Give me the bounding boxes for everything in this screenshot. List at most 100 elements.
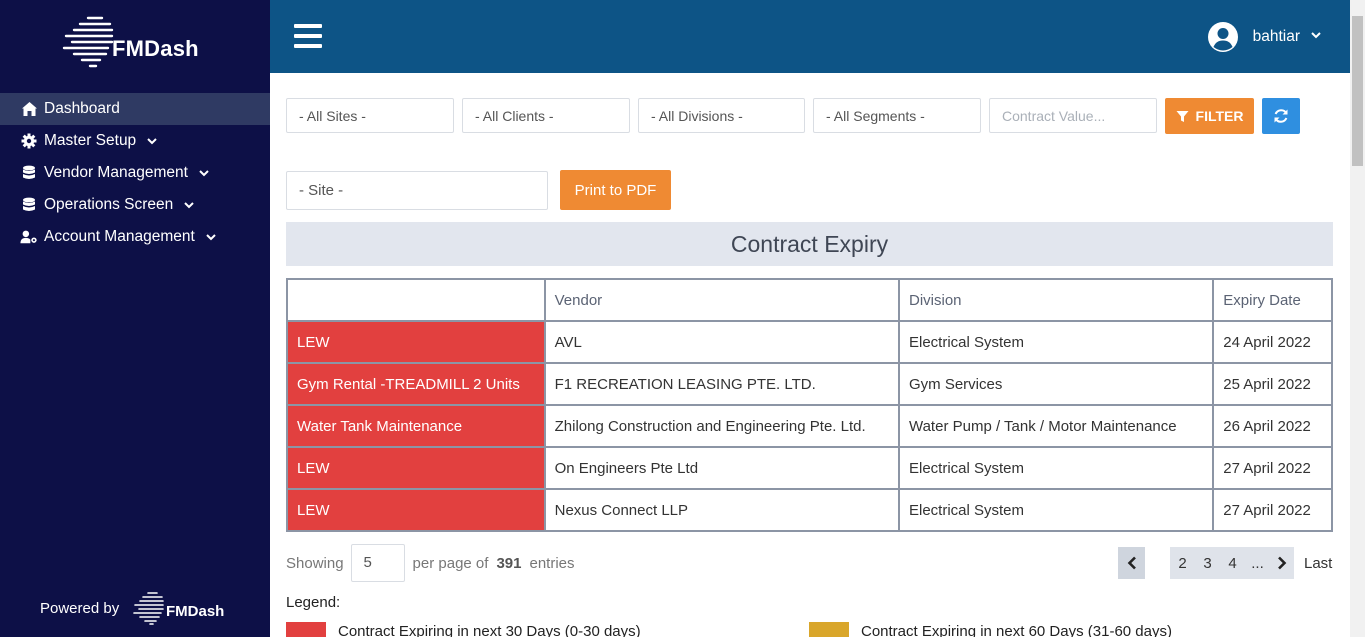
column-header-expiry-date: Expiry Date	[1212, 278, 1333, 322]
contract-cell: Gym Rental -TREADMILL 2 Units	[286, 362, 546, 406]
clients-select[interactable]: - All Clients -	[462, 98, 630, 133]
segments-select[interactable]: - All Segments -	[813, 98, 981, 133]
contract-expiry-table: Vendor Division Expiry Date LEW AVL Elec…	[286, 278, 1333, 532]
filter-icon	[1176, 110, 1189, 123]
page-4-button[interactable]: 4	[1220, 555, 1245, 572]
sidebar-item-vendor-management[interactable]: Vendor Management	[0, 157, 270, 189]
entries-label: entries	[529, 554, 575, 572]
sidebar-item-operations-screen[interactable]: Operations Screen	[0, 189, 270, 221]
expiry-date-cell: 24 April 2022	[1212, 320, 1333, 364]
user-gear-icon	[20, 228, 38, 246]
contract-cell: LEW	[286, 446, 546, 490]
legend-item-60-days: Contract Expiring in next 60 Days (31-60…	[809, 622, 1172, 637]
legend-label: Contract Expiring in next 30 Days (0-30 …	[338, 623, 641, 637]
database-icon	[20, 196, 38, 214]
logo-text: FMDash	[112, 36, 199, 61]
table-row[interactable]: Gym Rental -TREADMILL 2 Units F1 RECREAT…	[286, 362, 1333, 406]
page-ellipsis: ...	[1251, 554, 1264, 572]
division-cell: Electrical System	[897, 488, 1215, 532]
fmdash-logo[interactable]: FMDash	[60, 12, 220, 72]
column-header-vendor: Vendor	[543, 278, 900, 322]
contract-cell: LEW	[286, 320, 546, 364]
chevron-down-icon	[205, 231, 217, 243]
chevron-left-icon	[1127, 556, 1136, 570]
refresh-button[interactable]	[1262, 98, 1300, 134]
username: bahtiar	[1252, 28, 1300, 45]
sidebar: FMDash Dashboard Master Setup Vendor Man…	[0, 0, 270, 637]
legend-title: Legend:	[286, 594, 341, 611]
section-title: Contract Expiry	[286, 222, 1333, 266]
sidebar-item-label: Operations Screen	[44, 196, 174, 213]
site-select[interactable]: - Site -	[286, 171, 548, 210]
fmdash-footer-logo: FMDash	[132, 590, 232, 626]
division-cell: Gym Services	[897, 362, 1215, 406]
gear-icon	[20, 132, 38, 150]
legend-swatch	[809, 622, 849, 637]
user-avatar-icon	[1207, 21, 1239, 53]
showing-label: Showing	[286, 554, 344, 572]
menu-toggle-icon[interactable]	[294, 24, 322, 48]
table-row[interactable]: LEW On Engineers Pte Ltd Electrical Syst…	[286, 446, 1333, 490]
vendor-cell: Nexus Connect LLP	[543, 488, 900, 532]
scrollbar-thumb[interactable]	[1352, 16, 1363, 166]
expiry-date-cell: 25 April 2022	[1212, 362, 1333, 406]
vertical-scrollbar[interactable]	[1350, 0, 1365, 637]
vendor-cell: On Engineers Pte Ltd	[543, 446, 900, 490]
vendor-cell: Zhilong Construction and Engineering Pte…	[543, 404, 900, 448]
division-cell: Electrical System	[897, 320, 1215, 364]
legend-swatch	[286, 622, 326, 637]
page-2-button[interactable]: 2	[1170, 555, 1195, 572]
column-header-contract	[286, 278, 546, 322]
per-page-input[interactable]: 5	[350, 544, 405, 582]
legend-item-30-days: Contract Expiring in next 30 Days (0-30 …	[286, 622, 641, 637]
powered-by: Powered by FMDash	[40, 590, 250, 626]
vendor-cell: AVL	[543, 320, 900, 364]
total-entries: 391	[496, 554, 522, 572]
last-page-button[interactable]: Last	[1304, 555, 1332, 572]
app-root: FMDash Dashboard Master Setup Vendor Man…	[0, 0, 1365, 637]
chevron-down-icon	[146, 135, 158, 147]
chevron-down-icon	[1310, 28, 1322, 46]
vendor-cell: F1 RECREATION LEASING PTE. LTD.	[543, 362, 900, 406]
logo-mark-icon	[62, 16, 114, 68]
page-number-group: 2 3 4 ...	[1170, 547, 1294, 579]
next-page-button[interactable]	[1270, 547, 1294, 579]
divisions-select[interactable]: - All Divisions -	[638, 98, 805, 133]
print-pdf-button[interactable]: Print to PDF	[560, 170, 671, 210]
sidebar-item-dashboard[interactable]: Dashboard	[0, 93, 270, 125]
per-page-label: per page of	[412, 554, 489, 572]
entries-summary: Showing 5 per page of 391 entries	[286, 544, 575, 582]
pagination: 2 3 4 ... Last	[1118, 547, 1332, 579]
previous-page-button[interactable]	[1118, 547, 1145, 579]
expiry-date-cell: 27 April 2022	[1212, 446, 1333, 490]
footer-logo-text: FMDash	[166, 603, 225, 620]
filter-button-label: FILTER	[1195, 108, 1244, 124]
page-3-button[interactable]: 3	[1195, 555, 1220, 572]
division-cell: Water Pump / Tank / Motor Maintenance	[897, 404, 1215, 448]
database-icon	[20, 164, 38, 182]
filter-button[interactable]: FILTER	[1165, 98, 1254, 134]
table-row[interactable]: LEW Nexus Connect LLP Electrical System …	[286, 488, 1333, 532]
contract-value-input[interactable]: Contract Value...	[989, 98, 1157, 133]
user-menu[interactable]: bahtiar	[1207, 21, 1322, 53]
chevron-right-icon	[1278, 556, 1287, 570]
sidebar-nav: Dashboard Master Setup Vendor Management	[0, 93, 270, 253]
sidebar-item-account-management[interactable]: Account Management	[0, 221, 270, 253]
sidebar-item-master-setup[interactable]: Master Setup	[0, 125, 270, 157]
powered-by-label: Powered by	[40, 600, 120, 617]
expiry-date-cell: 27 April 2022	[1212, 488, 1333, 532]
table-row[interactable]: Water Tank Maintenance Zhilong Construct…	[286, 404, 1333, 448]
division-cell: Electrical System	[897, 446, 1215, 490]
sites-select[interactable]: - All Sites -	[286, 98, 454, 133]
sidebar-item-label: Account Management	[44, 228, 195, 245]
logo-mark-icon	[133, 592, 164, 625]
column-header-division: Division	[897, 278, 1215, 322]
sidebar-item-label: Vendor Management	[44, 164, 188, 181]
table-row[interactable]: LEW AVL Electrical System 24 April 2022	[286, 320, 1333, 364]
expiry-date-cell: 26 April 2022	[1212, 404, 1333, 448]
home-icon	[20, 100, 38, 118]
topbar: bahtiar	[270, 0, 1350, 73]
contract-cell: LEW	[286, 488, 546, 532]
contract-cell: Water Tank Maintenance	[286, 404, 546, 448]
table-header-row: Vendor Division Expiry Date	[286, 278, 1333, 322]
